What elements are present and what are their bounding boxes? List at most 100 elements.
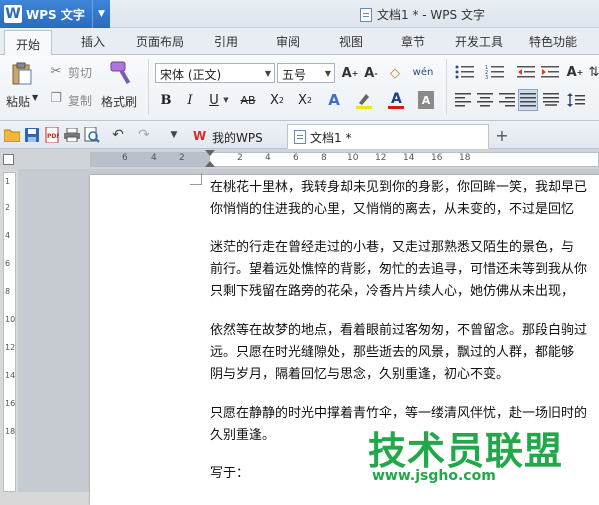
shrink-font-icon[interactable]: A- <box>362 63 380 83</box>
tab-label: 页面布局 <box>136 35 185 49</box>
paste-dropdown-icon[interactable]: ▼ <box>32 93 38 102</box>
bullet-list-icon[interactable] <box>454 63 476 81</box>
tab-insert[interactable]: 插入 <box>81 33 105 50</box>
ruler-number: 12 <box>375 153 387 163</box>
font-color-icon[interactable]: A <box>386 90 406 110</box>
paste-icon[interactable] <box>10 61 34 87</box>
chevron-down-icon[interactable]: ▼ <box>222 93 230 107</box>
text-line: 迷茫的行走在曾经走过的小巷，又走过那熟悉又陌生的景色，与 <box>210 240 575 255</box>
subscript-icon[interactable]: X2 <box>296 91 314 109</box>
tab-review[interactable]: 审阅 <box>276 33 300 50</box>
pinyin-guide-icon[interactable]: wén <box>412 61 434 83</box>
first-line-indent-marker[interactable] <box>205 150 215 156</box>
align-left-icon[interactable] <box>454 91 472 109</box>
text-line: 远。只愿在时光缝隙处，那些逝去的风景，飘过的人群，都能够 <box>210 345 575 360</box>
superscript-icon[interactable]: X2 <box>268 91 286 109</box>
tab-special[interactable]: 特色功能 <box>529 33 577 50</box>
ruler-number: 16 <box>5 399 16 408</box>
tab-label: 插入 <box>81 35 106 49</box>
distributed-align-icon[interactable] <box>542 91 560 109</box>
text-line: 你悄悄的住进我的心里，又悄悄的离去，从未变的，不过是回忆 <box>210 202 575 217</box>
tab-home[interactable]: 开始 <box>4 30 53 56</box>
group-separator <box>446 59 447 115</box>
ruler-number: 8 <box>5 287 11 296</box>
highlight-icon[interactable] <box>354 90 374 110</box>
chevron-down-icon[interactable]: ▼ <box>262 64 274 82</box>
watermark-brand: 技术员联盟 <box>368 429 564 473</box>
export-pdf-icon[interactable]: PDF <box>44 127 60 143</box>
tab-label: 视图 <box>339 35 364 49</box>
align-center-icon[interactable] <box>476 91 494 109</box>
tab-document1[interactable]: 文档1 * <box>287 124 489 149</box>
numbered-list-icon[interactable]: 123 <box>484 63 506 81</box>
tab-developer[interactable]: 开发工具 <box>455 33 503 50</box>
quick-access-toolbar: PDF ↶ ↷ ▼ W 我的WPS 文档1 * + <box>0 121 599 149</box>
tab-view[interactable]: 视图 <box>339 33 363 50</box>
print-icon[interactable] <box>64 127 80 143</box>
bold-icon[interactable]: B <box>158 91 174 109</box>
text-line: 依然等在故梦的地点，看着眼前过客匆匆，不曾留念。那段白驹过 <box>210 323 588 338</box>
window-title-text: 文档1 * - WPS 文字 <box>377 8 485 22</box>
paragraph-2[interactable]: 迷茫的行走在曾经走过的小巷，又走过那熟悉又陌生的景色，与 前行。望着远处憔悴的背影… <box>210 237 599 303</box>
tab-page-layout[interactable]: 页面布局 <box>136 33 184 50</box>
tab-label: 引用 <box>214 35 239 49</box>
ruler-number: 18 <box>5 427 16 436</box>
grow-font-icon[interactable]: A + <box>341 63 359 83</box>
tab-label: 特色功能 <box>529 35 578 49</box>
open-folder-icon[interactable] <box>4 127 20 143</box>
underline-icon[interactable]: U <box>206 91 222 109</box>
window-title: 文档1 * - WPS 文字 <box>360 6 485 23</box>
doc-tab-label: 文档1 * <box>310 131 352 145</box>
new-tab-plus-icon[interactable]: + <box>494 126 510 145</box>
paragraph-1[interactable]: 在桃花十里林，我转身却未见到你的身影，你回眸一笑，我却早已 你悄悄的住进我的心里，… <box>210 177 599 221</box>
copy-icon[interactable]: ❐ <box>48 90 64 106</box>
format-painter-button[interactable]: 格式刷 <box>101 93 137 110</box>
character-shading-icon[interactable]: A <box>418 91 434 109</box>
tab-stop-selector[interactable] <box>3 154 14 165</box>
tab-references[interactable]: 引用 <box>214 33 238 50</box>
redo-icon[interactable]: ↷ <box>136 127 152 143</box>
increase-indent-icon[interactable] <box>540 63 560 81</box>
vertical-ruler[interactable]: 1 2 4 6 8 10 12 14 16 18 <box>3 172 16 492</box>
align-right-icon[interactable] <box>498 91 516 109</box>
font-size-value: 五号 <box>282 68 307 82</box>
customize-toolbar-icon[interactable]: ▼ <box>166 127 182 143</box>
font-family-select[interactable]: 宋体 (正文) ▼ <box>155 63 275 83</box>
hanging-indent-marker[interactable] <box>205 161 215 167</box>
tab-sections[interactable]: 章节 <box>401 33 425 50</box>
strikethrough-icon[interactable]: AB <box>237 91 259 109</box>
paste-button-label[interactable]: 粘贴 <box>6 93 30 110</box>
font-size-select[interactable]: 五号 ▼ <box>277 63 335 83</box>
align-justify-icon[interactable] <box>518 89 538 111</box>
tab-my-wps[interactable]: W 我的WPS <box>186 124 270 149</box>
scissors-icon[interactable]: ✂ <box>48 63 64 79</box>
copy-button[interactable]: 复制 <box>68 92 92 109</box>
ruler-number: 10 <box>347 153 359 163</box>
watermark-url: www.jsgho.com <box>372 468 496 484</box>
document-icon <box>360 7 372 22</box>
line-spacing-icon[interactable] <box>566 91 586 109</box>
chevron-down-icon[interactable]: ▼ <box>322 64 334 82</box>
sort-icon[interactable]: ⇅ <box>588 63 599 81</box>
clear-format-icon[interactable]: ◇ <box>386 63 404 83</box>
format-painter-icon[interactable] <box>108 59 134 87</box>
print-preview-icon[interactable] <box>84 127 100 143</box>
ruler-number: 14 <box>5 371 16 380</box>
italic-icon[interactable]: I <box>182 91 198 109</box>
text-line: 只剩下残留在路旁的花朵，冷香片片续人心，她仿佛从未出现， <box>210 284 575 299</box>
svg-text:3: 3 <box>485 75 488 79</box>
ruler-number: 6 <box>122 153 128 163</box>
paragraph-3[interactable]: 依然等在故梦的地点，看着眼前过客匆匆，不曾留念。那段白驹过 远。只愿在时光缝隙处，… <box>210 320 599 386</box>
decrease-indent-icon[interactable] <box>516 63 536 81</box>
ruler-number: 8 <box>321 153 327 163</box>
chevron-down-icon[interactable]: ▼ <box>92 0 110 28</box>
cut-button[interactable]: 剪切 <box>68 64 92 81</box>
save-icon[interactable] <box>24 127 40 143</box>
app-menu-button[interactable]: W WPS 文字 ▼ <box>0 0 110 28</box>
horizontal-ruler[interactable]: 6 4 2 2 4 6 8 10 12 14 16 18 <box>90 150 599 167</box>
undo-icon[interactable]: ↶ <box>110 127 126 143</box>
wps-logo-icon: W <box>193 129 207 143</box>
change-case-icon[interactable]: A + <box>564 63 586 81</box>
text-effect-icon[interactable]: A <box>324 90 344 110</box>
ruler-number: 14 <box>403 153 415 163</box>
